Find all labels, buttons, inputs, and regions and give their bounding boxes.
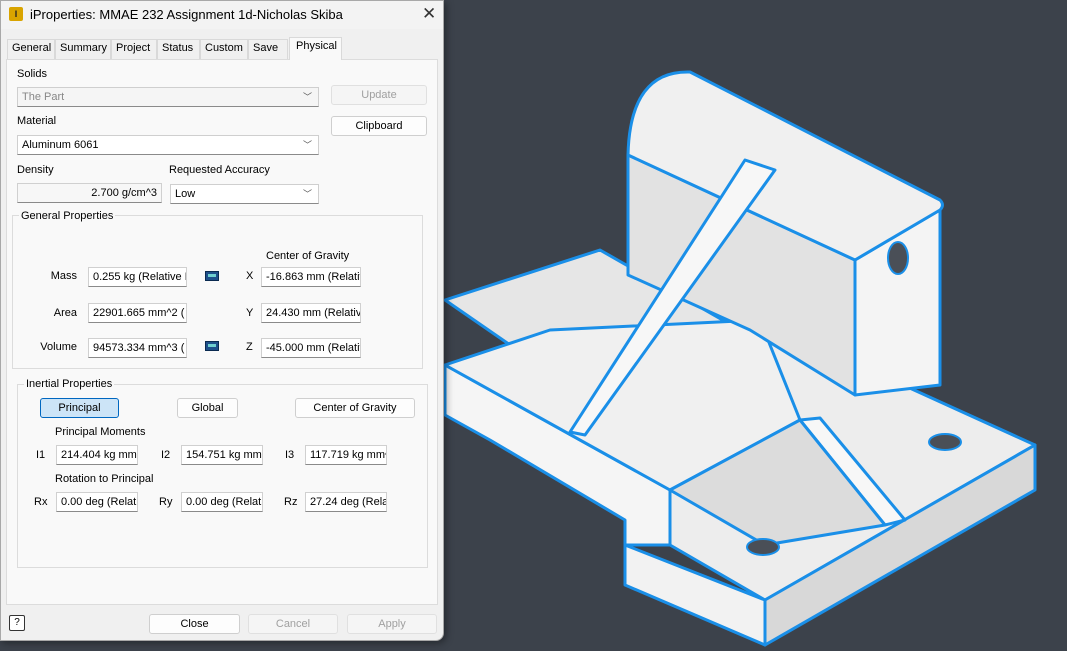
solids-select[interactable]: The Part ﹀ — [17, 87, 319, 107]
i2-label: I2 — [161, 449, 171, 461]
chevron-down-icon: ﹀ — [302, 140, 312, 150]
tab-physical[interactable]: Physical — [289, 37, 342, 60]
update-button[interactable]: Update — [331, 85, 427, 105]
rotation-label: Rotation to Principal — [55, 473, 154, 485]
area-field[interactable]: 22901.665 mm^2 ( — [88, 303, 187, 323]
title-bar: I iProperties: MMAE 232 Assignment 1d-Ni… — [1, 1, 443, 29]
mass-field[interactable]: 0.255 kg (Relative E — [88, 267, 187, 287]
help-icon[interactable]: ? — [9, 615, 25, 631]
area-label: Area — [53, 307, 77, 319]
density-label: Density — [17, 164, 54, 176]
general-properties-title: General Properties — [19, 210, 116, 222]
window-title: iProperties: MMAE 232 Assignment 1d-Nich… — [30, 7, 343, 22]
cog-z-field[interactable]: -45.000 mm (Relativ — [261, 338, 361, 358]
i2-field[interactable]: 154.751 kg mm^2 — [181, 445, 263, 465]
inertial-properties-title: Inertial Properties — [24, 378, 115, 390]
cancel-button[interactable]: Cancel — [248, 614, 338, 634]
tab-status[interactable]: Status — [157, 39, 200, 59]
hole — [887, 241, 909, 275]
volume-field[interactable]: 94573.334 mm^3 ( — [88, 338, 187, 358]
ry-label: Ry — [159, 496, 173, 508]
accuracy-select[interactable]: Low ﹀ — [170, 184, 319, 204]
accuracy-value: Low — [175, 188, 196, 200]
global-button[interactable]: Global — [177, 398, 238, 418]
solids-value: The Part — [22, 91, 65, 103]
i3-label: I3 — [285, 449, 295, 461]
material-label: Material — [17, 115, 57, 127]
material-select[interactable]: Aluminum 6061 ﹀ — [17, 135, 319, 155]
cog-y-field[interactable]: 24.430 mm (Relativ — [261, 303, 361, 323]
solids-label: Solids — [17, 68, 47, 80]
chevron-down-icon: ﹀ — [302, 189, 312, 199]
i1-label: I1 — [36, 449, 46, 461]
close-button[interactable]: Close — [149, 614, 240, 634]
calculator-icon[interactable] — [205, 341, 219, 351]
center-of-gravity-button[interactable]: Center of Gravity — [295, 398, 415, 418]
z-label: Z — [246, 341, 253, 353]
hole — [746, 538, 780, 556]
rz-field[interactable]: 27.24 deg (Relative — [305, 492, 387, 512]
x-label: X — [246, 270, 254, 282]
volume-label: Volume — [40, 341, 77, 353]
accuracy-label: Requested Accuracy — [169, 164, 270, 176]
cog-label: Center of Gravity — [266, 250, 350, 262]
i1-field[interactable]: 214.404 kg mm^2 — [56, 445, 138, 465]
inventor-icon: I — [9, 7, 23, 21]
iproperties-dialog: I iProperties: MMAE 232 Assignment 1d-Ni… — [0, 0, 444, 641]
i3-field[interactable]: 117.719 kg mm^2 — [305, 445, 387, 465]
material-value: Aluminum 6061 — [22, 139, 99, 151]
clipboard-button[interactable]: Clipboard — [331, 116, 427, 136]
chevron-down-icon: ﹀ — [302, 92, 312, 102]
principal-moments-label: Principal Moments — [55, 426, 146, 438]
rx-field[interactable]: 0.00 deg (Relative — [56, 492, 138, 512]
principal-button[interactable]: Principal — [40, 398, 119, 418]
hole — [928, 433, 962, 451]
apply-button[interactable]: Apply — [347, 614, 437, 634]
density-field[interactable]: 2.700 g/cm^3 — [17, 183, 162, 203]
tab-project[interactable]: Project — [111, 39, 157, 59]
close-icon[interactable]: ✕ — [422, 4, 436, 24]
rx-label: Rx — [34, 496, 48, 508]
tab-custom[interactable]: Custom — [200, 39, 248, 59]
tab-general[interactable]: General — [7, 39, 55, 59]
mass-label: Mass — [50, 270, 77, 282]
rz-label: Rz — [284, 496, 298, 508]
cog-x-field[interactable]: -16.863 mm (Relativ — [261, 267, 361, 287]
tab-save[interactable]: Save — [248, 39, 288, 59]
tab-summary[interactable]: Summary — [55, 39, 111, 59]
ry-field[interactable]: 0.00 deg (Relative — [181, 492, 263, 512]
y-label: Y — [246, 307, 254, 319]
calculator-icon[interactable] — [205, 271, 219, 281]
